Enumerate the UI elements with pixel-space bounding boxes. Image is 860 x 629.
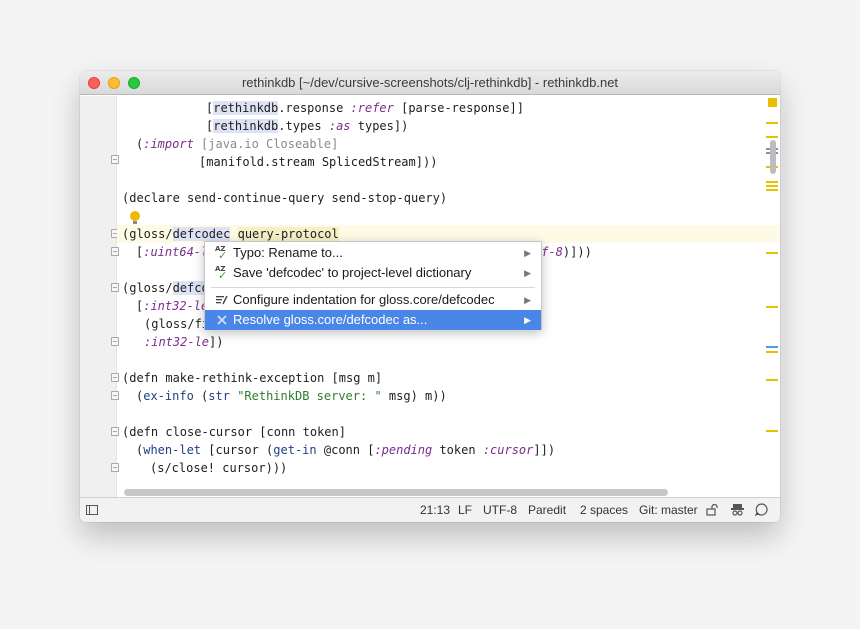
warning-marker[interactable] (766, 430, 778, 432)
code-line: [:int32-le (136, 299, 209, 313)
warning-marker[interactable] (766, 185, 778, 187)
code-line: :int32-le]) (144, 335, 224, 349)
popup-separator (211, 287, 535, 288)
caret-position[interactable]: 21:13 (420, 503, 450, 517)
horizontal-scrollbar[interactable] (124, 489, 668, 496)
fold-start-icon[interactable] (111, 427, 119, 436)
code-line: (defn close-cursor [conn token] (122, 425, 346, 439)
fold-start-icon[interactable] (111, 283, 119, 292)
code-line: (:import [java.io Closeable] (136, 137, 339, 151)
spellcheck-icon: AZ ✓ (215, 265, 228, 282)
code-line: (gloss/fi (144, 317, 210, 331)
popup-item-label: Configure indentation for gloss.core/def… (233, 292, 495, 307)
fold-end-icon[interactable] (111, 391, 119, 400)
code-line: [rethinkdb.types :as types]) (206, 119, 409, 133)
indent-icon (216, 295, 228, 305)
code-line: (s/close! cursor))) (150, 461, 288, 475)
intention-actions-popup: AZ ✓ Typo: Rename to... ▶ AZ ✓ Save 'defco… (204, 241, 542, 330)
error-stripe[interactable] (764, 96, 780, 491)
line-separator[interactable]: LF (458, 503, 472, 517)
fold-end-icon[interactable] (111, 337, 119, 346)
submenu-arrow-icon: ▶ (524, 295, 531, 305)
popup-item-typo-rename[interactable]: AZ ✓ Typo: Rename to... ▶ (205, 243, 541, 263)
code-line: (when-let [cursor (get-in @conn [:pendin… (136, 443, 556, 457)
tool-windows-toggle-icon[interactable] (86, 505, 98, 515)
code-line-tail: tf-8)])) (534, 245, 592, 259)
code-line: (defn make-rethink-exception [msg m] (122, 371, 383, 385)
popup-item-resolve-as[interactable]: Resolve gloss.core/defcodec as... ▶ (205, 310, 541, 330)
fold-start-icon[interactable] (111, 373, 119, 382)
fold-end-icon[interactable] (111, 463, 119, 472)
popup-item-save-dictionary[interactable]: AZ ✓ Save 'defcodec' to project-level dic… (205, 263, 541, 283)
code-line: [rethinkdb.response :refer [parse-respon… (206, 101, 524, 115)
caret-marker[interactable] (766, 346, 778, 348)
warning-marker[interactable] (766, 136, 778, 138)
intention-bulb-icon[interactable] (129, 210, 141, 226)
event-log-icon[interactable] (755, 503, 768, 516)
submenu-arrow-icon: ▶ (524, 268, 531, 278)
warning-marker[interactable] (766, 252, 778, 254)
title-bar: rethinkdb [~/dev/cursive-screenshots/clj… (80, 71, 780, 95)
inspector-icon[interactable] (731, 503, 744, 516)
status-bar: 21:13 LF UTF-8 Paredit 2 spaces Git: mas… (80, 497, 780, 522)
warning-marker[interactable] (766, 351, 778, 353)
popup-item-configure-indentation[interactable]: Configure indentation for gloss.core/def… (205, 290, 541, 310)
warning-marker[interactable] (766, 181, 778, 183)
code-line: (declare send-continue-query send-stop-q… (122, 191, 448, 205)
paredit-toggle[interactable]: Paredit (528, 503, 566, 517)
code-line: (ex-info (str "RethinkDB server: " msg) … (136, 389, 447, 403)
indent-setting[interactable]: 2 spaces (580, 503, 628, 517)
code-line: [:uint64-l (136, 245, 209, 259)
code-line: (gloss/defco (122, 281, 209, 295)
popup-item-label: Save 'defcodec' to project-level diction… (233, 265, 472, 280)
warning-marker[interactable] (766, 189, 778, 191)
warning-marker[interactable] (766, 379, 778, 381)
window-title: rethinkdb [~/dev/cursive-screenshots/clj… (241, 75, 619, 90)
warning-marker[interactable] (766, 122, 778, 124)
submenu-arrow-icon: ▶ (524, 315, 531, 325)
fold-end-icon[interactable] (111, 247, 119, 256)
resolve-icon (217, 315, 227, 325)
vertical-scrollbar[interactable] (770, 140, 776, 174)
git-branch[interactable]: Git: master (639, 503, 698, 517)
code-line: [manifold.stream SplicedStream])) (199, 155, 438, 169)
popup-item-label: Resolve gloss.core/defcodec as... (233, 312, 428, 327)
spellcheck-icon: AZ ✓ (215, 245, 228, 262)
editor-gutter (80, 96, 119, 497)
file-encoding[interactable]: UTF-8 (483, 503, 517, 517)
submenu-arrow-icon: ▶ (524, 248, 531, 258)
warning-marker[interactable] (766, 306, 778, 308)
warning-status-icon[interactable] (768, 98, 777, 107)
lock-icon[interactable] (706, 504, 719, 516)
fold-end-icon[interactable] (111, 155, 119, 164)
popup-item-label: Typo: Rename to... (233, 245, 343, 260)
